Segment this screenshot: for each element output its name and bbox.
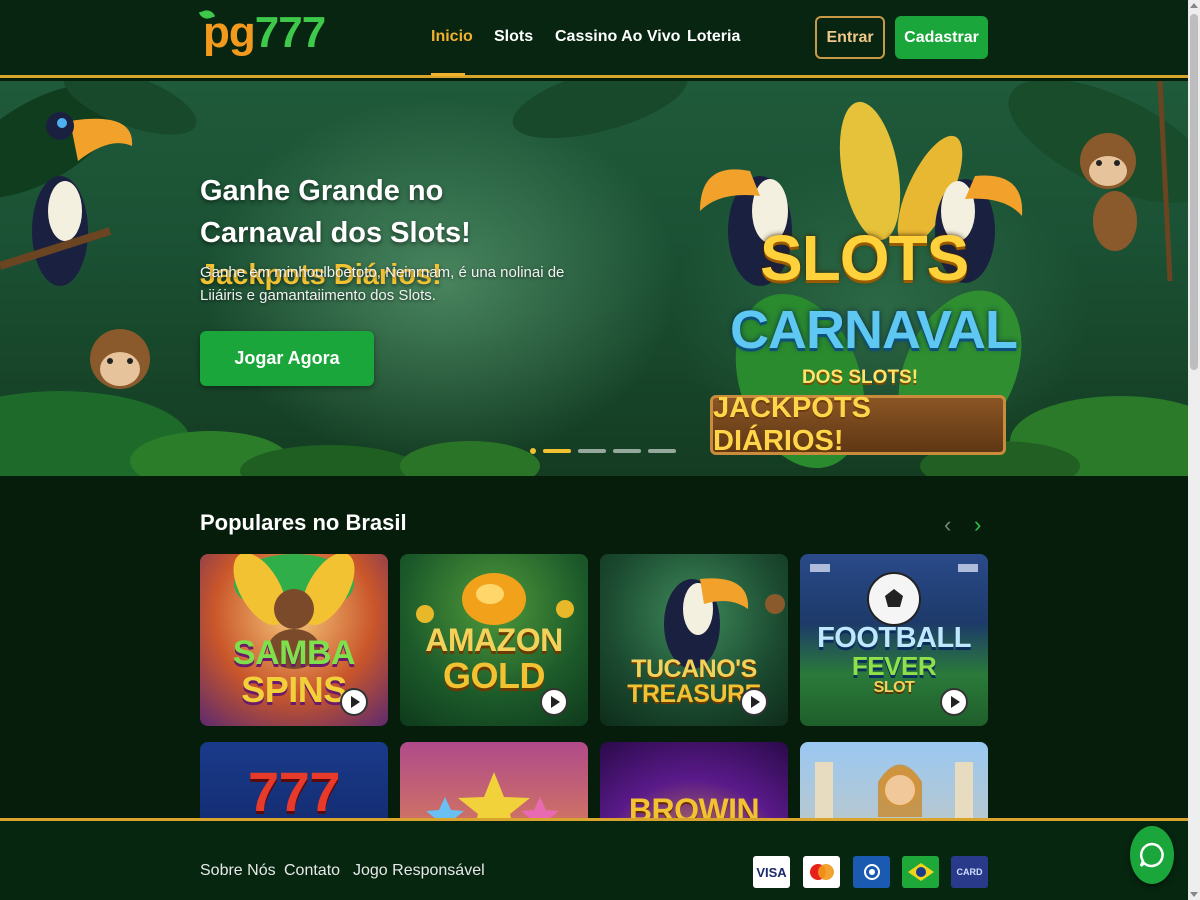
page-scrollbar[interactable] bbox=[1188, 0, 1200, 900]
footer-link-sobre[interactable]: Sobre Nós bbox=[200, 862, 276, 880]
game-card-goddess[interactable] bbox=[800, 742, 988, 818]
register-button[interactable]: Cadastrar bbox=[895, 16, 988, 59]
play-icon[interactable] bbox=[940, 688, 968, 716]
game-title-line1: SAMBA bbox=[232, 634, 356, 672]
game-card-samba-spins[interactable]: SAMBA SPINS bbox=[200, 554, 388, 726]
game-title-line1: TUCANO'S bbox=[631, 655, 757, 683]
game-title-line1: FOOTBALL bbox=[817, 622, 971, 654]
play-icon[interactable] bbox=[740, 688, 768, 716]
play-icon[interactable] bbox=[540, 688, 568, 716]
hero-banner: SLOTS CARNAVAL DOS SLOTS! JACKPOTS DIÁRI… bbox=[0, 81, 1188, 476]
brazil-flag-icon bbox=[902, 856, 939, 888]
slide-indicators bbox=[530, 448, 676, 454]
goddess-illustration bbox=[815, 762, 973, 818]
star-icon bbox=[426, 772, 559, 818]
game-card-777[interactable]: 777 bbox=[200, 742, 388, 818]
chevron-right-icon[interactable]: › bbox=[974, 512, 981, 538]
section-title-popular: Populares no Brasil bbox=[200, 510, 407, 535]
mastercard-logo bbox=[809, 864, 834, 880]
chat-icon bbox=[1139, 842, 1164, 868]
game-grid: SAMBA SPINS AMAZON GOLD TUCANO'S TREASUR… bbox=[200, 554, 988, 818]
site-header: pg777 Inicio Slots Cassino Ao Vivo Loter… bbox=[0, 0, 1188, 78]
bank-logo bbox=[863, 864, 880, 880]
play-icon[interactable] bbox=[340, 688, 368, 716]
hero-title-main: Ganhe Grande no Carnaval dos Slots! bbox=[200, 175, 471, 249]
nav-inicio[interactable]: Inicio bbox=[431, 28, 473, 46]
nav-loteria[interactable]: Loteria bbox=[687, 28, 740, 46]
game-card-football-fever[interactable]: FOOTBALL FEVER SLOT bbox=[800, 554, 988, 726]
game-title-line1: BROWIN bbox=[628, 792, 760, 818]
site-footer: Sobre Nós Contato Jogo Responsável VISA … bbox=[0, 818, 1188, 900]
jungle-background bbox=[0, 81, 1188, 476]
game-card-amazon-gold[interactable]: AMAZON GOLD bbox=[400, 554, 588, 726]
game-title-line1: AMAZON bbox=[425, 622, 563, 658]
chevron-left-icon[interactable]: ‹ bbox=[944, 512, 951, 538]
game-title-line2: FEVER bbox=[851, 651, 937, 681]
mastercard-icon bbox=[803, 856, 840, 888]
slide-dot[interactable] bbox=[543, 449, 571, 453]
scrollbar-thumb[interactable] bbox=[1190, 14, 1198, 370]
footer-link-contato[interactable]: Contato bbox=[284, 862, 340, 880]
slide-dot[interactable] bbox=[613, 449, 641, 453]
banner-dos-slots-text: DOS SLOTS! bbox=[801, 367, 919, 388]
slide-dot[interactable] bbox=[530, 448, 536, 454]
slide-dot[interactable] bbox=[648, 449, 676, 453]
bank-card-icon bbox=[853, 856, 890, 888]
site-logo[interactable]: pg777 bbox=[198, 7, 326, 58]
footer-link-jogo-responsavel[interactable]: Jogo Responsável bbox=[353, 862, 485, 880]
visa-icon: VISA bbox=[753, 856, 790, 888]
login-button[interactable]: Entrar bbox=[815, 16, 885, 59]
banner-slots-text: SLOTS bbox=[760, 222, 969, 294]
hero-description: Ganhe em minhoulboetoto, Neinrnam, é una… bbox=[200, 264, 565, 304]
game-card-tucanos-treasure[interactable]: TUCANO'S TREASURE bbox=[600, 554, 788, 726]
game-title-line1: 777 bbox=[248, 760, 340, 819]
scroll-up-icon[interactable] bbox=[1190, 3, 1198, 8]
chat-support-button[interactable] bbox=[1130, 826, 1174, 884]
banner-carnaval-text: CARNAVAL bbox=[730, 300, 1018, 360]
card-brand-icon: CARD bbox=[951, 856, 988, 888]
scroll-down-icon[interactable] bbox=[1190, 892, 1198, 897]
slide-dot[interactable] bbox=[578, 449, 606, 453]
logo-number: 777 bbox=[254, 8, 326, 57]
game-card-browin[interactable]: BROWIN bbox=[600, 742, 788, 818]
nav-active-indicator bbox=[431, 73, 465, 76]
banner-jackpots-sign: JACKPOTS DIÁRIOS! bbox=[710, 392, 1006, 457]
play-now-button[interactable]: Jogar Agora bbox=[200, 331, 374, 386]
nav-slots[interactable]: Slots bbox=[494, 28, 533, 46]
nav-cassino-ao-vivo[interactable]: Cassino Ao Vivo bbox=[555, 28, 680, 46]
game-card-stars[interactable] bbox=[400, 742, 588, 818]
brazil-flag bbox=[907, 863, 934, 881]
